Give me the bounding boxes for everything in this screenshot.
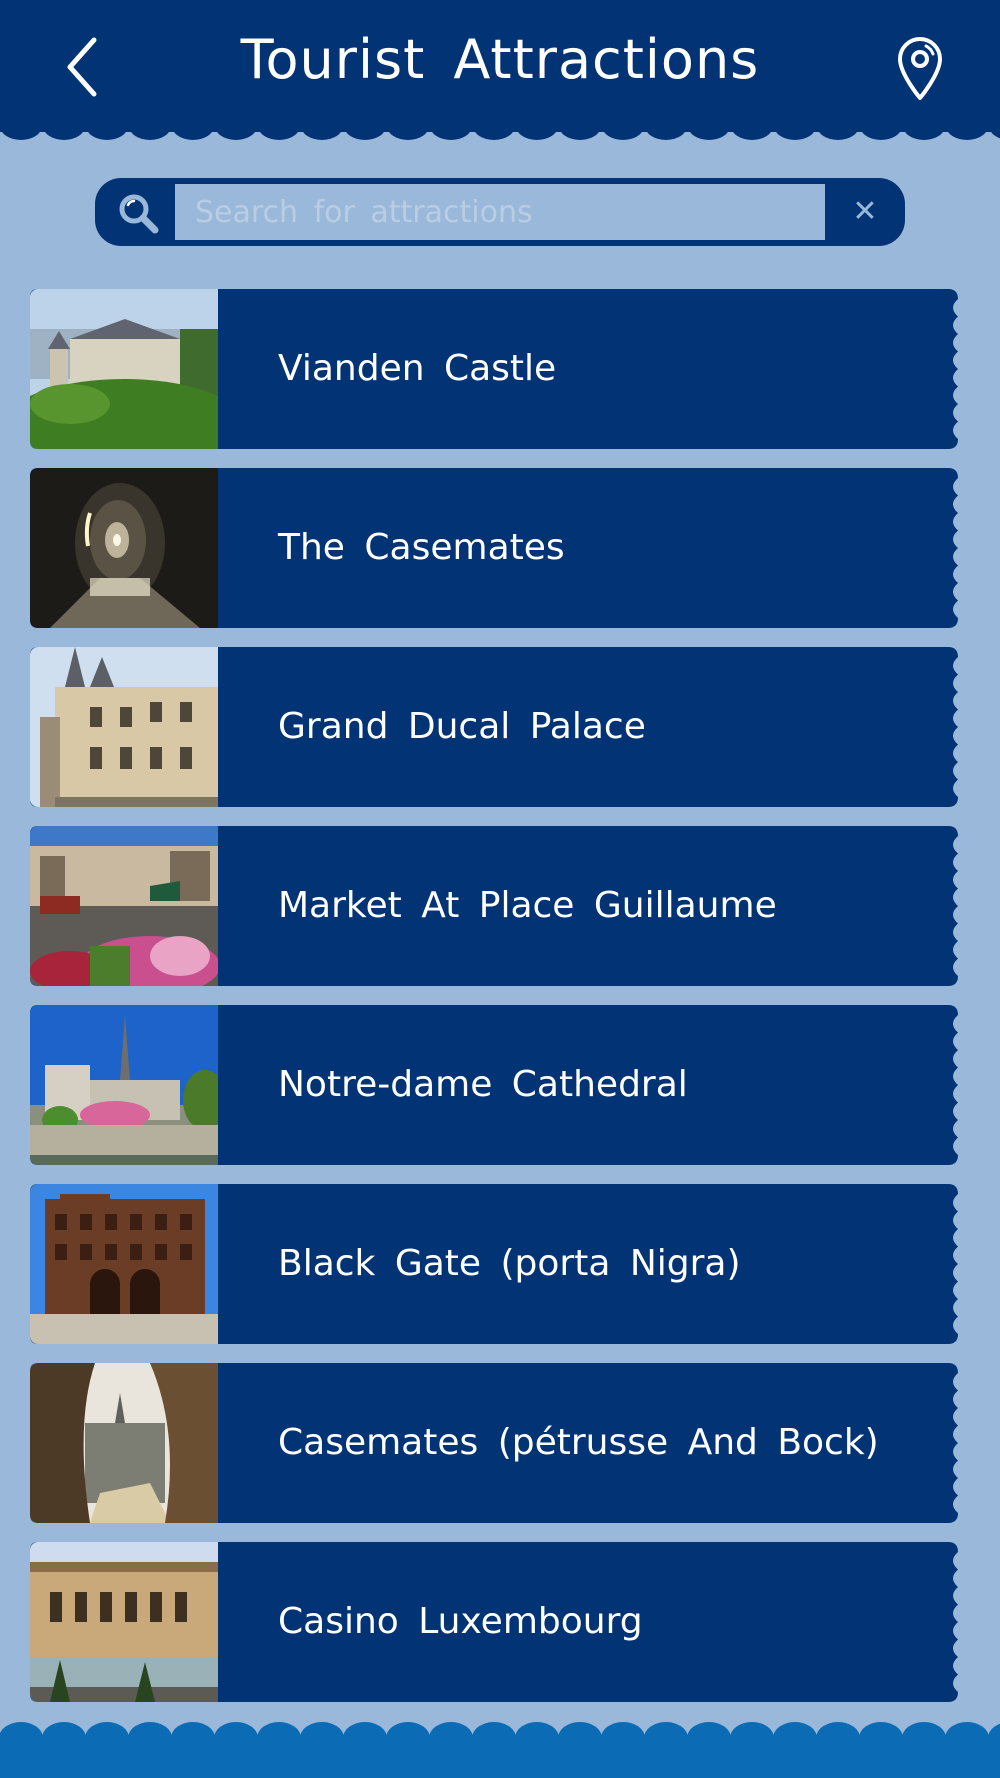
list-item[interactable]: Black Gate (porta Nigra)	[30, 1184, 958, 1344]
list-item[interactable]: The Casemates	[30, 468, 958, 628]
attraction-thumbnail	[30, 289, 218, 449]
clear-search-button[interactable]: ✕	[840, 192, 890, 232]
attraction-thumbnail	[30, 647, 218, 807]
attraction-list: Vianden Castle The Casemates Grand Ducal…	[30, 289, 958, 1721]
map-pin-icon	[898, 37, 942, 100]
search-input[interactable]	[175, 184, 825, 240]
list-item[interactable]: Grand Ducal Palace	[30, 647, 958, 807]
attraction-thumbnail	[30, 1363, 218, 1523]
location-button[interactable]	[890, 34, 950, 102]
search-bar: ✕	[95, 178, 905, 246]
list-item[interactable]: Casino Luxembourg	[30, 1542, 958, 1702]
attraction-name: Grand Ducal Palace	[278, 706, 646, 747]
app-header: Tourist Attractions	[0, 0, 1000, 132]
attraction-thumbnail	[30, 1005, 218, 1165]
attraction-name: Notre-dame Cathedral	[278, 1064, 688, 1105]
attraction-thumbnail	[30, 826, 218, 986]
page-title: Tourist Attractions	[240, 28, 760, 91]
attraction-name: Casino Luxembourg	[278, 1601, 643, 1642]
attraction-name: Black Gate (porta Nigra)	[278, 1243, 741, 1284]
attraction-name: Vianden Castle	[278, 348, 557, 389]
footer-scallop-bar	[0, 1722, 1000, 1778]
list-item[interactable]: Casemates (pétrusse And Bock)	[30, 1363, 958, 1523]
attraction-name: Casemates (pétrusse And Bock)	[278, 1422, 879, 1463]
attraction-thumbnail	[30, 1542, 218, 1702]
list-item[interactable]: Vianden Castle	[30, 289, 958, 449]
list-item[interactable]: Market At Place Guillaume	[30, 826, 958, 986]
header-scallop-border	[0, 120, 1000, 140]
attraction-thumbnail	[30, 468, 218, 628]
attraction-name: Market At Place Guillaume	[278, 885, 777, 926]
list-item[interactable]: Notre-dame Cathedral	[30, 1005, 958, 1165]
attraction-name: The Casemates	[278, 527, 565, 568]
attraction-thumbnail	[30, 1184, 218, 1344]
search-icon[interactable]	[115, 190, 161, 236]
